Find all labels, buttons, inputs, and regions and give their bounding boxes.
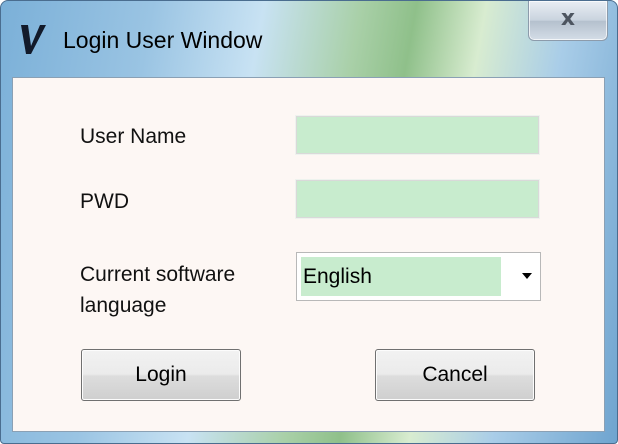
language-label-line1: Current software — [80, 263, 236, 286]
password-label: PWD — [80, 190, 129, 213]
chevron-down-icon[interactable] — [522, 273, 532, 279]
language-label-line2: language — [80, 294, 167, 317]
v-logo-icon — [21, 25, 46, 54]
window-title: Login User Window — [63, 27, 263, 53]
title-bar[interactable]: Login User Window x — [1, 1, 617, 75]
dialog-body: User Name PWD Current software language … — [12, 77, 605, 432]
username-field[interactable] — [295, 115, 540, 155]
login-window: Login User Window x User Name PWD Curren… — [0, 0, 618, 444]
language-selected-value: English — [301, 257, 501, 296]
language-select[interactable]: English — [296, 252, 541, 301]
login-button[interactable]: Login — [81, 349, 241, 401]
password-field[interactable] — [295, 179, 540, 219]
username-label: User Name — [80, 125, 187, 148]
close-button[interactable]: x — [528, 1, 608, 41]
cancel-button[interactable]: Cancel — [375, 349, 535, 401]
close-icon: x — [560, 6, 576, 31]
